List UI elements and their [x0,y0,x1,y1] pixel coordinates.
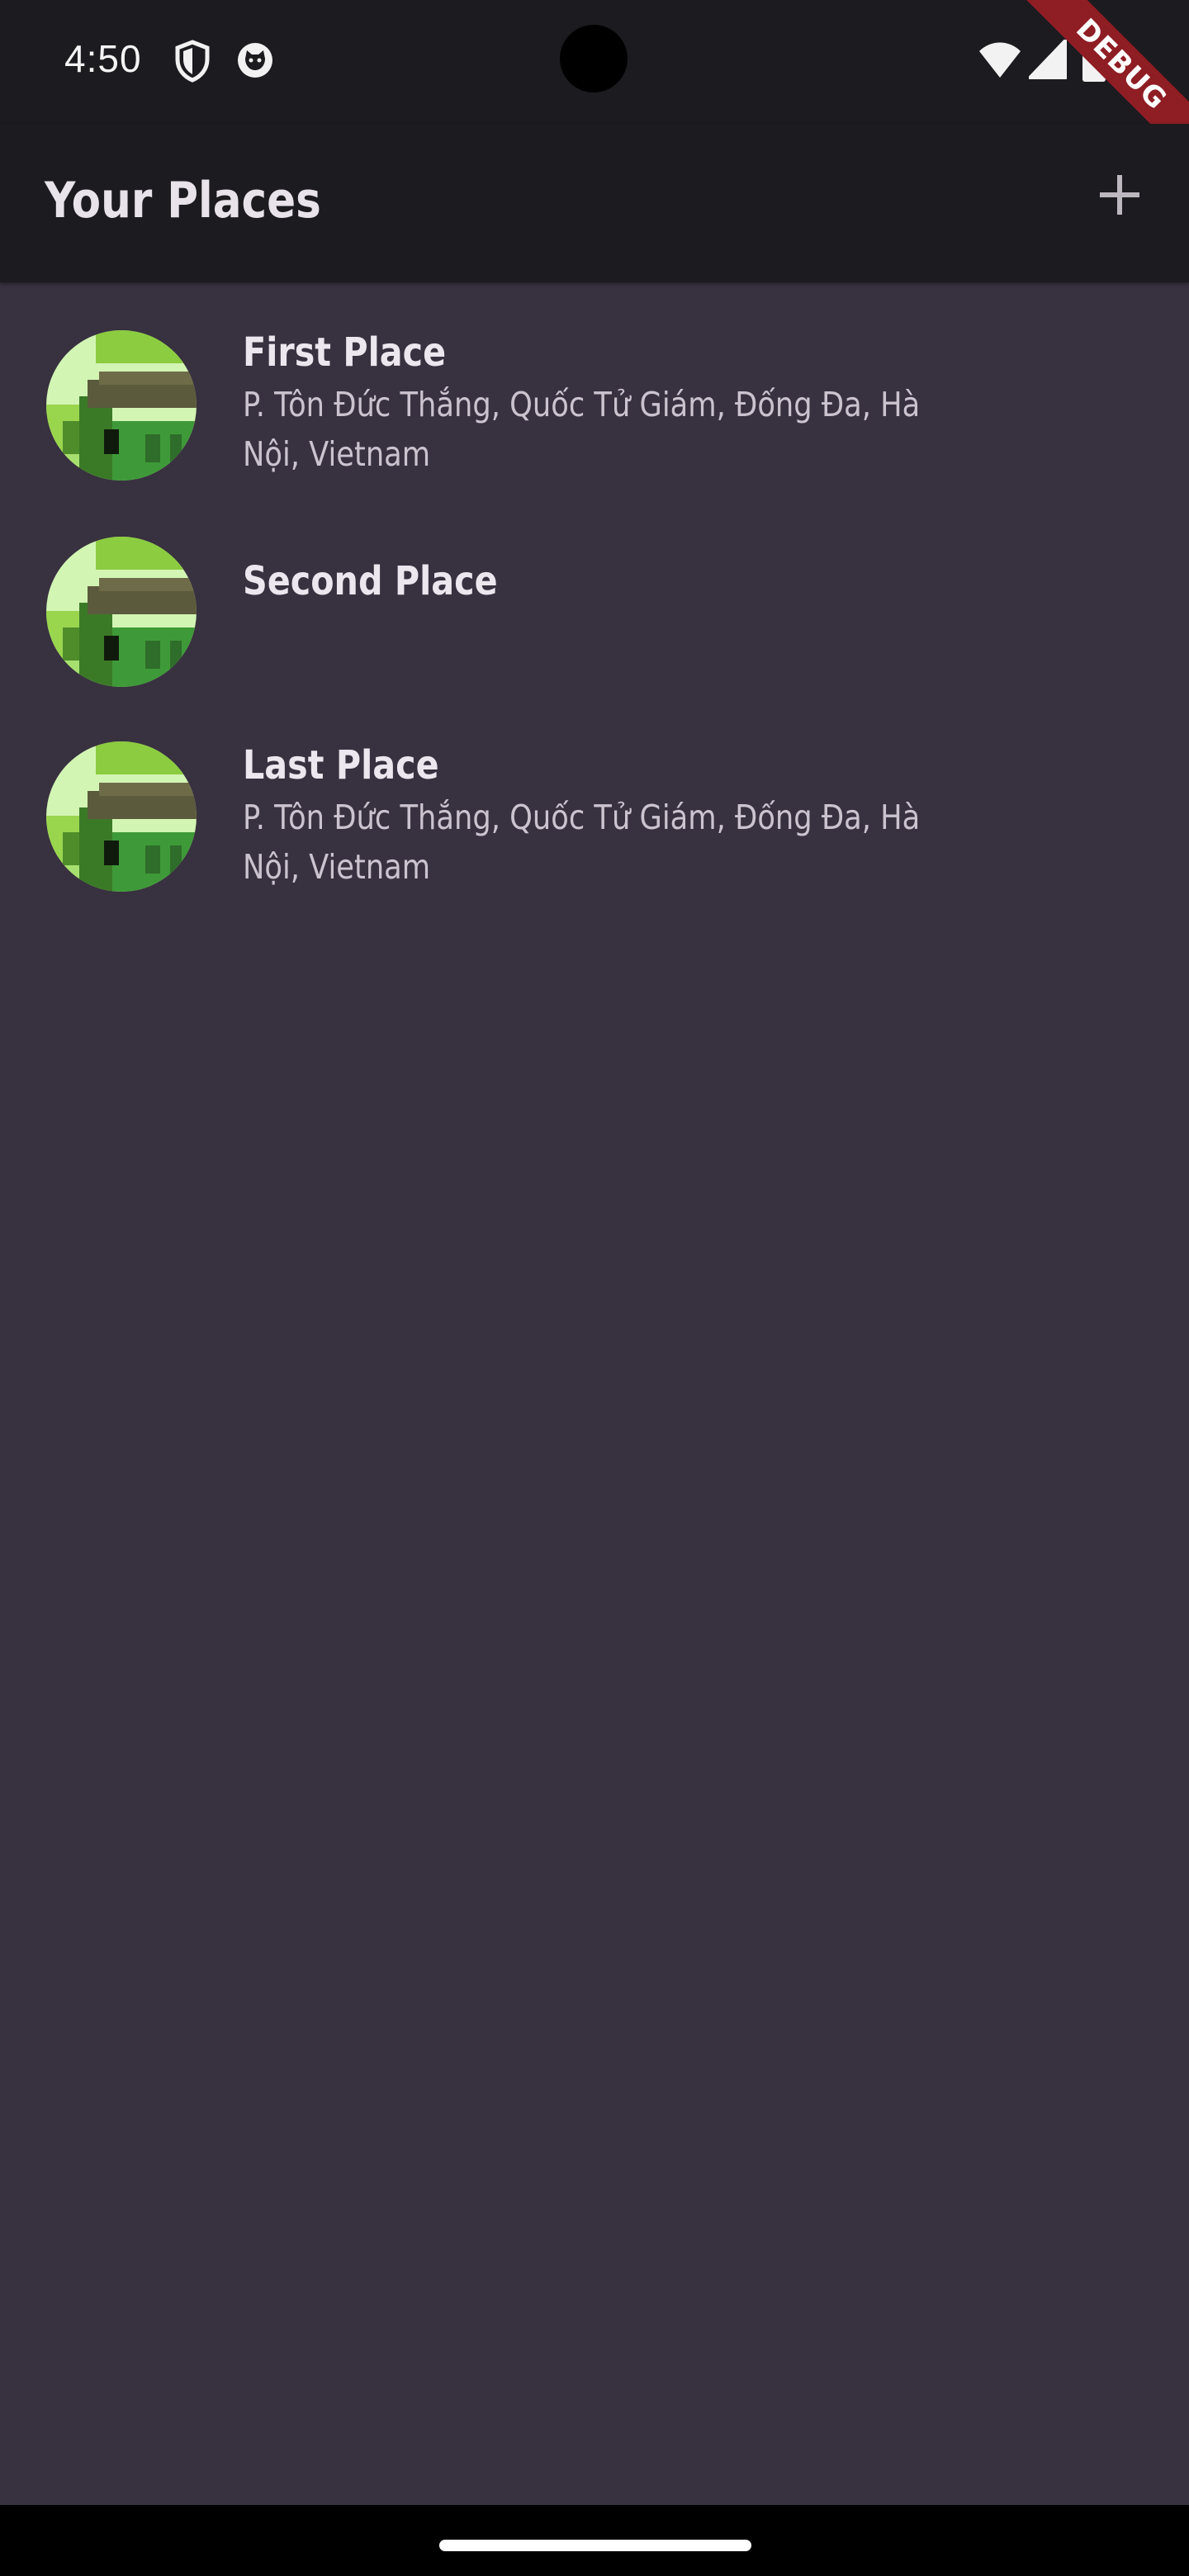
place-avatar [46,741,197,892]
place-address: P. Tôn Đức Thắng, Quốc Tử Giám, Đống Đa,… [243,385,921,474]
home-indicator[interactable] [439,2540,751,2551]
battery-icon [1082,36,1106,82]
place-title: First Place [243,329,447,376]
place-address: P. Tôn Đức Thắng, Quốc Tử Giám, Đống Đa,… [243,798,921,887]
page-title: Your Places [45,172,321,230]
status-bar: 4:50 [0,0,1189,124]
status-time: 4:50 [64,37,142,80]
shield-icon [175,40,210,83]
signal-icon [1029,40,1067,79]
place-list-item[interactable]: Last Place P. Tôn Đức Thắng, Quốc Tử Giá… [0,695,1189,902]
place-list-item[interactable]: First Place P. Tôn Đức Thắng, Quốc Tử Gi… [0,282,1189,489]
place-avatar [46,537,197,687]
place-list-item[interactable]: Second Place [0,489,1189,695]
system-nav-bar [0,2505,1189,2576]
place-title: Last Place [243,742,439,788]
place-avatar [46,330,197,481]
add-place-button[interactable] [1087,162,1153,228]
wifi-icon [979,42,1021,78]
plus-icon [1100,175,1139,215]
cat-icon [238,43,272,78]
camera-cutout [560,25,628,92]
place-title: Second Place [243,558,498,604]
app-bar: Your Places [0,124,1189,282]
